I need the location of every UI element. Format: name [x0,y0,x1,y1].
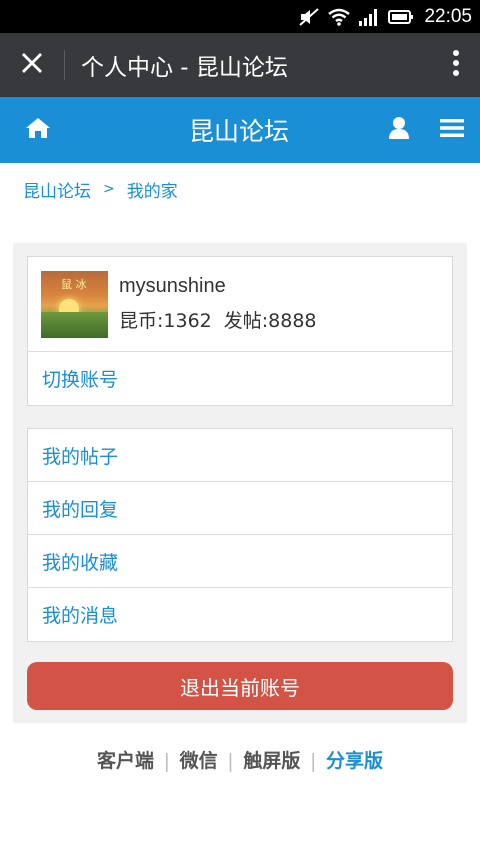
user-icon [388,116,410,144]
avatar-text: 鼠 冰 [61,277,87,291]
close-icon [20,51,44,79]
home-icon [25,117,51,143]
breadcrumb-separator: > [103,181,115,197]
hamburger-icon [440,118,464,142]
logout-button[interactable]: 退出当前账号 [27,662,453,710]
coins-count: 昆币:1362 [119,310,212,332]
breadcrumb: 昆山论坛 > 我的家 [23,177,178,202]
menu-button[interactable] [424,97,480,163]
account-panel: 鼠 冰 mysunshine 昆币:1362 发帖:8888 切换账号 我的帖子… [13,243,467,723]
profile-card: 鼠 冰 mysunshine 昆币:1362 发帖:8888 切换账号 [27,256,453,406]
footer-link-share[interactable]: 分享版 [326,750,383,772]
status-bar: 22:05 [0,0,480,33]
breadcrumb-current[interactable]: 我的家 [127,177,178,202]
more-options-button[interactable] [432,33,480,97]
menu-item-my-messages[interactable]: 我的消息 [28,588,452,641]
close-button[interactable] [0,33,64,97]
username: mysunshine [119,275,226,297]
user-stats: 昆币:1362 发帖:8888 [119,306,317,333]
signal-icon [358,8,380,26]
posts-count: 发帖:8888 [223,310,317,332]
more-vertical-icon [452,49,460,81]
switch-account-link[interactable]: 切换账号 [28,352,452,405]
mute-icon [298,7,320,27]
menu-item-my-replies[interactable]: 我的回复 [28,482,452,535]
footer-link-touch[interactable]: 触屏版 [243,750,300,772]
avatar: 鼠 冰 [41,270,108,338]
footer-links: 客户端 | 微信 | 触屏版 | 分享版 [0,746,480,773]
battery-icon [388,9,414,25]
user-button[interactable] [374,97,424,163]
footer-separator: | [227,750,234,772]
user-menu: 我的帖子 我的回复 我的收藏 我的消息 [27,428,453,642]
footer-link-client[interactable]: 客户端 [97,750,154,772]
footer-separator: | [163,750,171,772]
site-title: 昆山论坛 [188,117,289,146]
profile-info: mysunshine 昆币:1362 发帖:8888 [108,275,317,333]
menu-item-my-favorites[interactable]: 我的收藏 [28,535,452,588]
profile-row[interactable]: 鼠 冰 mysunshine 昆币:1362 发帖:8888 [28,257,452,352]
menu-item-my-posts[interactable]: 我的帖子 [28,429,452,482]
status-time: 22:05 [424,5,472,27]
footer-link-wechat[interactable]: 微信 [180,750,218,772]
breadcrumb-home-link[interactable]: 昆山论坛 [23,177,91,202]
wifi-icon [328,8,351,26]
avatar-grass [41,311,108,338]
browser-title: 个人中心 - 昆山论坛 [81,55,288,81]
site-header: 昆山论坛 [0,97,480,163]
home-button[interactable] [0,97,76,163]
footer-separator: | [309,750,317,772]
browser-toolbar: 个人中心 - 昆山论坛 [0,33,480,97]
